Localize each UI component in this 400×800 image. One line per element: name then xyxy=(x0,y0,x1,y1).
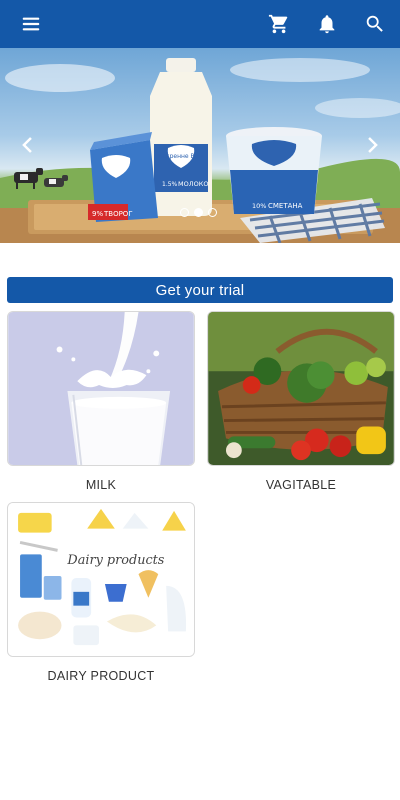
menu-icon[interactable] xyxy=(20,13,42,35)
svg-text:9%: 9% xyxy=(92,210,103,218)
carousel-indicator xyxy=(180,208,217,217)
chevron-right-icon xyxy=(368,137,378,153)
bell-icon[interactable] xyxy=(316,13,338,35)
category-card-milk[interactable]: MILK xyxy=(7,311,195,492)
svg-text:СМЕТАНА: СМЕТАНА xyxy=(268,202,303,210)
svg-text:1.5%: 1.5% xyxy=(162,181,178,188)
category-card-vegetable[interactable]: VAGITABLE xyxy=(207,311,395,492)
svg-text:МОЛОКО: МОЛОКО xyxy=(178,180,208,188)
svg-text:Искренне Ваш: Искренне Ваш xyxy=(158,153,204,160)
category-card-dairy-product[interactable]: Dairy products DAIRY PRODUCT xyxy=(7,502,195,683)
promo-carousel[interactable]: Искренне Ваш 1.5% МОЛОКО 9% ТВОРОГ 10% С… xyxy=(0,48,400,243)
svg-text:Dairy products: Dairy products xyxy=(66,553,164,568)
dairy-products-image: Dairy products xyxy=(7,502,195,657)
vegetable-basket-image xyxy=(207,311,395,466)
carousel-dot-active[interactable] xyxy=(194,208,203,217)
get-trial-button[interactable]: Get your trial xyxy=(7,277,393,303)
svg-text:10%: 10% xyxy=(252,202,266,210)
search-icon[interactable] xyxy=(364,13,386,35)
svg-text:ТВОРОГ: ТВОРОГ xyxy=(103,210,133,218)
chevron-left-icon xyxy=(22,137,32,153)
category-label-dairy-product: DAIRY PRODUCT xyxy=(47,669,155,683)
carousel-next-button[interactable] xyxy=(360,134,382,156)
cart-icon[interactable] xyxy=(268,13,290,35)
carousel-dot[interactable] xyxy=(208,208,217,217)
category-label-milk: MILK xyxy=(85,478,117,492)
carousel-prev-button[interactable] xyxy=(18,134,40,156)
category-label-vegetable: VAGITABLE xyxy=(265,478,337,492)
app-bar xyxy=(0,0,400,48)
carousel-dot[interactable] xyxy=(180,208,189,217)
milk-image xyxy=(7,311,195,466)
